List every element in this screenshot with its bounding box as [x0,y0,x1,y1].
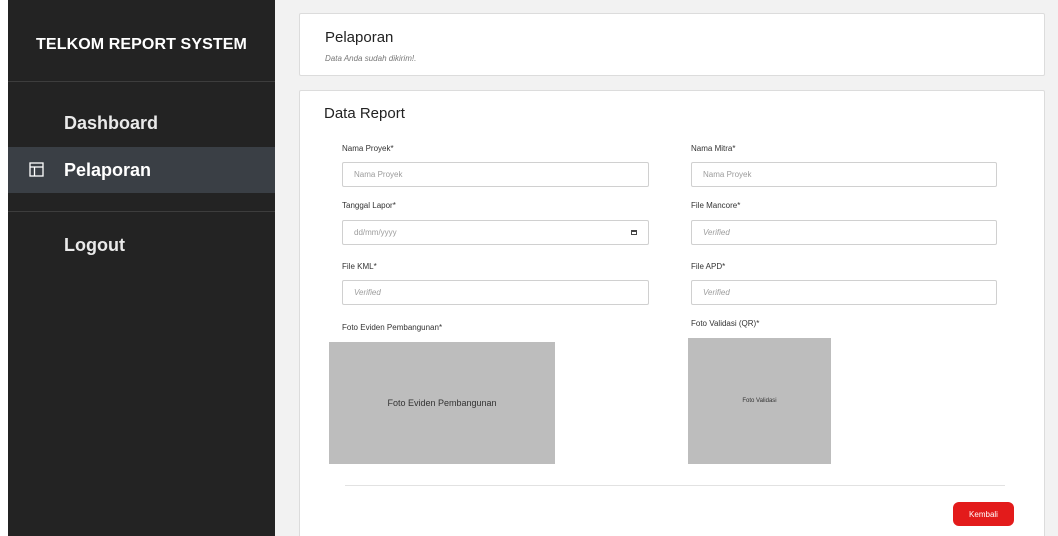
nama-proyek-placeholder: Nama Proyek [354,170,403,179]
sidebar: TELKOM REPORT SYSTEM Dashboard Pelaporan… [8,0,275,536]
data-report-card: Data Report Nama Proyek* Nama Proyek Nam… [299,90,1045,536]
brand-title: TELKOM REPORT SYSTEM [36,36,247,53]
nama-mitra-placeholder: Nama Proyek [703,170,752,179]
tanggal-lapor-label: Tanggal Lapor* [342,201,396,210]
file-mancore-value: Verified [703,228,730,237]
file-mancore-label: File Mancore* [691,201,741,210]
file-apd-input[interactable]: Verified [691,280,997,305]
nama-proyek-input[interactable]: Nama Proyek [342,162,649,187]
foto-validasi-text: Foto Validasi [742,398,777,404]
form-divider [345,485,1005,486]
sidebar-divider [8,81,275,82]
sidebar-item-pelaporan[interactable]: Pelaporan [8,147,275,193]
file-apd-label: File APD* [691,262,726,271]
file-mancore-input[interactable]: Verified [691,220,997,245]
sidebar-item-label: Dashboard [64,112,159,133]
sidebar-divider [8,211,275,212]
file-apd-value: Verified [703,288,730,297]
tanggal-lapor-placeholder: dd/mm/yyyy [354,228,397,237]
nama-mitra-label: Nama Mitra* [691,144,736,153]
foto-eviden-image[interactable]: Foto Eviden Pembangunan [329,342,555,464]
nama-mitra-input[interactable]: Nama Proyek [691,162,997,187]
foto-validasi-label: Foto Validasi (QR)* [691,319,760,328]
file-kml-label: File KML* [342,262,377,271]
main-content: Pelaporan Data Anda sudah dikirim!. Data… [275,0,1058,536]
calendar-icon[interactable] [631,230,637,235]
back-button[interactable]: Kembali [953,502,1014,526]
sidebar-item-label: Logout [64,234,125,255]
left-margin [0,0,8,536]
sidebar-item-logout[interactable]: Logout [8,222,275,268]
nama-proyek-label: Nama Proyek* [342,144,394,153]
table-layout-icon [29,162,44,177]
sidebar-item-label: Pelaporan [64,159,152,180]
tanggal-lapor-input[interactable]: dd/mm/yyyy [342,220,649,245]
file-kml-value: Verified [354,288,381,297]
success-message: Data Anda sudah dikirim!. [325,54,417,63]
foto-eviden-label: Foto Eviden Pembangunan* [342,323,443,332]
page-title: Pelaporan [325,29,394,46]
sidebar-item-dashboard[interactable]: Dashboard [8,100,275,146]
form-title: Data Report [324,105,405,122]
notice-card: Pelaporan Data Anda sudah dikirim!. [299,13,1045,76]
file-kml-input[interactable]: Verified [342,280,649,305]
foto-eviden-text: Foto Eviden Pembangunan [387,398,497,408]
foto-validasi-image[interactable]: Foto Validasi [688,338,831,464]
